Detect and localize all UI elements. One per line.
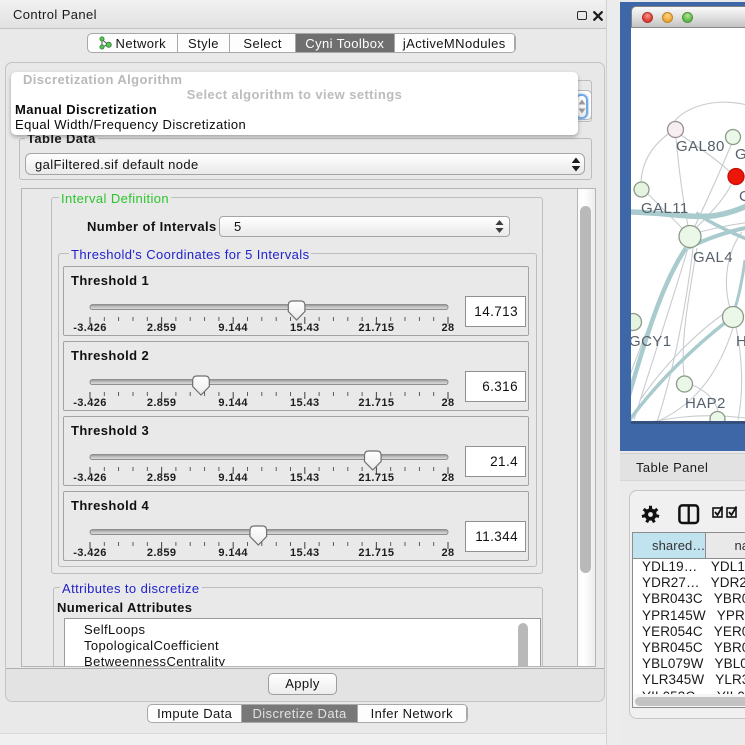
svg-text:21.715: 21.715 — [358, 322, 394, 334]
svg-text:HAP2: HAP2 — [685, 395, 726, 412]
svg-text:15.43: 15.43 — [290, 397, 320, 409]
svg-text:9.144: 9.144 — [218, 397, 248, 409]
svg-text:9.144: 9.144 — [218, 322, 248, 334]
svg-text:-3.426: -3.426 — [73, 322, 107, 334]
svg-text:28: 28 — [441, 547, 454, 559]
svg-text:GAL11: GAL11 — [641, 200, 689, 217]
svg-text:28: 28 — [441, 397, 454, 409]
svg-text:21.715: 21.715 — [358, 472, 394, 484]
svg-text:2.859: 2.859 — [147, 547, 177, 559]
svg-text:GCY1: GCY1 — [631, 333, 671, 350]
svg-text:28: 28 — [441, 322, 454, 334]
svg-text:GAL4: GAL4 — [693, 249, 733, 266]
svg-text:21.715: 21.715 — [358, 547, 394, 559]
svg-text:21.715: 21.715 — [358, 397, 394, 409]
svg-text:-3.426: -3.426 — [73, 397, 107, 409]
svg-text:15.43: 15.43 — [290, 547, 320, 559]
svg-text:2.859: 2.859 — [147, 472, 177, 484]
svg-text:G: G — [735, 146, 745, 163]
svg-text:28: 28 — [441, 472, 454, 484]
svg-text:9.144: 9.144 — [218, 472, 248, 484]
svg-text:-3.426: -3.426 — [73, 472, 107, 484]
svg-text:9.144: 9.144 — [218, 547, 248, 559]
svg-text:GAL80: GAL80 — [676, 138, 725, 155]
svg-text:2.859: 2.859 — [147, 397, 177, 409]
svg-text:-3.426: -3.426 — [73, 547, 107, 559]
svg-text:15.43: 15.43 — [290, 472, 320, 484]
svg-text:H: H — [736, 333, 745, 350]
svg-text:2.859: 2.859 — [147, 322, 177, 334]
svg-text:15.43: 15.43 — [290, 322, 320, 334]
svg-text:C: C — [739, 188, 745, 205]
